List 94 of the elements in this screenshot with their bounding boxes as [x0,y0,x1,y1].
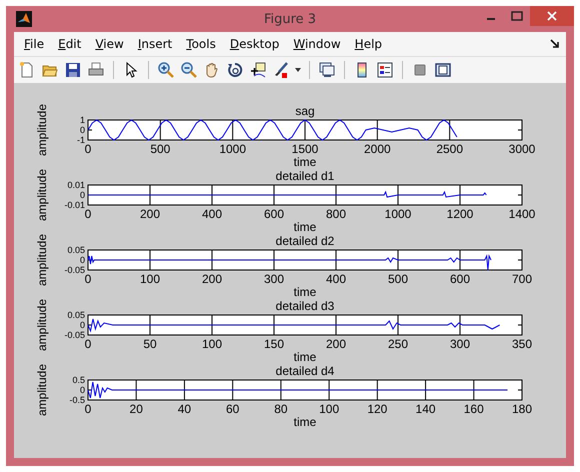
zoom-in-icon[interactable] [156,60,176,80]
legend-icon[interactable] [375,60,395,80]
menu-item[interactable]: Window [287,35,347,53]
app-logo-icon [16,11,32,27]
tick-label: 1000 [219,142,246,156]
tick-label: 300 [264,272,284,286]
caret-icon[interactable] [294,66,302,74]
tick-label: -1 [76,135,85,145]
plot-title: detailed d1 [276,169,334,183]
rotate-icon[interactable] [225,60,245,80]
tick-label: 0 [84,142,92,156]
tick-label: 600 [264,207,284,221]
tick-label: -0.01 [64,200,85,210]
plot-title: detailed d2 [276,234,334,248]
menu-item[interactable]: File [18,35,50,53]
tick-label: 500 [388,272,408,286]
tick-label: 0 [84,337,92,351]
tick-label: 120 [367,402,388,416]
tick-label: 0.05 [67,310,85,320]
tick-label: 0.5 [72,375,85,385]
tick-label: 0 [84,402,92,416]
tick-label: 0.01 [67,180,85,190]
tick-label: 200 [140,207,160,221]
tick-label: 0 [80,255,85,265]
tick-label: 150 [264,337,284,351]
tick-label: -0.05 [64,330,85,340]
tick-label: 200 [326,337,346,351]
tick-label: 0.05 [67,245,85,255]
tick-label: 0 [80,320,85,330]
data-cursor-icon[interactable] [248,60,268,80]
tick-label: 160 [464,402,484,416]
tick-label: 0 [80,385,85,395]
axis-label: amplitude [35,104,49,156]
tick-label: 2500 [436,142,464,156]
tick-label: 40 [178,402,192,416]
tick-label: -0.5 [69,395,85,405]
tick-label: 0 [84,272,92,286]
tick-label: 100 [319,402,340,416]
tick-label: 50 [143,337,157,351]
tick-label: 1 [80,115,85,125]
menu-item[interactable]: Tools [180,35,222,53]
axis-label: amplitude [35,234,49,286]
tick-label: 140 [416,402,436,416]
tick-label: 1000 [384,207,412,221]
tick-label: 0 [80,190,85,200]
tick-label: 1400 [508,207,536,221]
tick-label: 0 [84,207,92,221]
plot-title: detailed d3 [276,299,334,313]
tick-label: 200 [202,272,222,286]
tick-label: 2000 [364,142,391,156]
axis-label: amplitude [35,298,49,352]
menu-item[interactable]: Desktop [224,35,286,53]
tick-label: 20 [130,402,143,416]
tick-label: 100 [140,272,160,286]
tick-label: 500 [150,142,170,156]
minimize-icon [487,18,495,20]
window-title: Figure 3 [262,12,318,26]
tick-label: 1200 [446,207,474,221]
zoom-out-icon[interactable] [179,60,199,80]
axis-label: amplitude [35,364,49,416]
axis-label: time [294,155,316,169]
menu-item[interactable]: Help [348,35,388,53]
tick-label: 250 [388,337,408,351]
maximize-icon [511,11,523,21]
tick-label: 400 [202,207,222,221]
tick-label: 100 [202,337,222,351]
tick-label: 60 [226,402,240,416]
axis-label: time [294,415,316,429]
close-icon [547,11,557,21]
tick-label: 350 [512,337,532,351]
menu-item[interactable]: Edit [52,35,88,53]
tick-label: 3000 [508,142,536,156]
tick-label: 0 [80,125,85,135]
tick-label: 1500 [292,142,318,156]
tick-label: 400 [326,272,346,286]
tick-label: 180 [512,402,532,416]
tick-label: 700 [512,272,532,286]
axis-label: time [294,285,316,299]
tick-label: 800 [326,207,346,221]
tick-label: 80 [274,402,288,416]
axis-label: time [294,350,316,364]
menu-item[interactable]: View [89,35,130,53]
plot-title: detailed d4 [276,364,334,378]
axis-label: time [294,220,316,234]
linked-plots-icon[interactable] [317,60,337,80]
tick-label: -0.05 [64,265,85,275]
axis-label: amplitude [35,168,49,222]
tick-label: 600 [450,272,470,286]
save-icon[interactable] [63,60,83,80]
close-button[interactable] [530,6,574,26]
plot-title: sag [295,104,315,118]
dock-arrow-icon[interactable] [550,39,560,49]
menu-item[interactable]: Insert [132,35,178,53]
tick-label: 300 [450,337,470,351]
